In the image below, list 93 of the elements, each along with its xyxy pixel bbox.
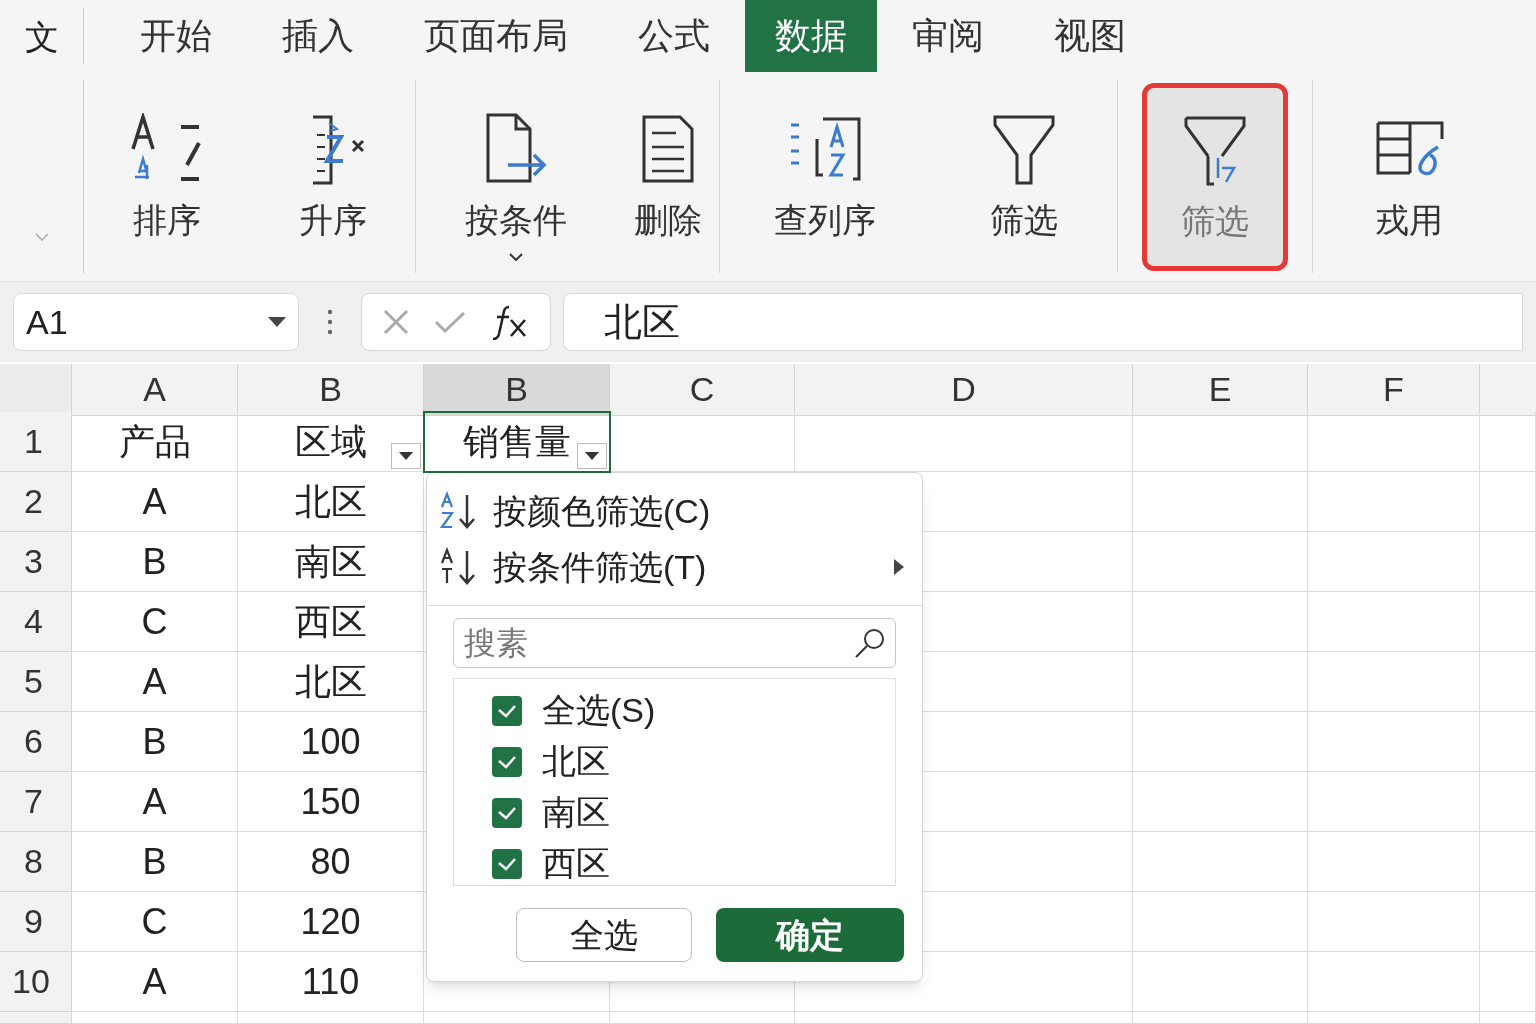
checkmark-icon [497, 856, 517, 871]
filter-dropdown-button[interactable] [577, 443, 607, 469]
ribbon-button[interactable]: 按条件 [457, 82, 575, 271]
column-header[interactable]: E [1133, 364, 1308, 416]
checkmark-icon [497, 754, 517, 769]
select-all-button[interactable]: 全选 [516, 908, 692, 962]
column-header[interactable]: A [72, 364, 238, 416]
checkbox[interactable] [492, 797, 522, 828]
cell-text: 南区 [294, 539, 367, 584]
column-header[interactable]: B [424, 364, 610, 416]
quick-access-text[interactable]: 文 [24, 20, 59, 54]
column-header[interactable]: C [610, 364, 795, 416]
caret-icon [585, 452, 599, 460]
table-cell [1480, 1012, 1536, 1024]
cell-text: 北区 [294, 479, 367, 524]
row-header[interactable]: 3 [0, 532, 72, 592]
column-header[interactable]: D [795, 364, 1133, 416]
checkbox[interactable] [492, 746, 522, 777]
checkbox-item[interactable]: 全选(S) [454, 685, 895, 736]
cell-text: 产品 [118, 419, 191, 464]
row-header[interactable]: 8 [0, 832, 72, 892]
caret-icon [399, 452, 413, 460]
search-field[interactable]: 搜素 [453, 618, 896, 668]
row-header[interactable]: 5 [0, 652, 72, 712]
row-header[interactable]: 7 [0, 772, 72, 832]
table-cell [1480, 532, 1536, 592]
ok-button[interactable]: 确定 [716, 908, 904, 962]
table-cell [1480, 772, 1536, 832]
cell-text: 销售量 [462, 419, 571, 464]
row-header[interactable]: 4 [0, 592, 72, 652]
checkmark-icon [497, 805, 517, 820]
row-header[interactable]: 1 [0, 412, 72, 472]
table-cell [1480, 952, 1536, 1012]
submenu-arrow-icon [894, 559, 904, 575]
cell-text: 150 [300, 779, 361, 824]
dropdown-icon[interactable] [268, 317, 286, 327]
ribbon-tab[interactable]: 开始 [105, 0, 247, 72]
ribbon-button[interactable]: 筛选 [981, 82, 1066, 271]
table-cell [1480, 472, 1536, 532]
search-icon [854, 627, 886, 659]
menu-item[interactable]: 按条件筛选(T) [427, 539, 922, 595]
ribbon-button[interactable]: 升序 [286, 82, 379, 271]
table-cell [1480, 652, 1536, 712]
ribbon-tab[interactable]: 审阅 [877, 0, 1019, 72]
cell-text: 北区 [294, 659, 367, 704]
table-cell [1480, 832, 1536, 892]
row-header[interactable]: 9 [0, 892, 72, 952]
column-header[interactable]: F [1308, 364, 1480, 416]
checkmark-icon [497, 703, 517, 718]
column-header[interactable]: B [238, 364, 424, 416]
ribbon-button[interactable]: 戎用 [1366, 82, 1452, 271]
cell-text: A [142, 659, 167, 704]
row-header[interactable]: 10 [0, 952, 72, 1012]
ribbon-tab[interactable]: 插入 [247, 0, 389, 72]
chevron-down-icon [509, 252, 523, 261]
ribbon-tab[interactable]: 数据 [745, 0, 877, 72]
filter-dropdown-button[interactable] [391, 443, 421, 469]
checkbox[interactable] [492, 848, 522, 879]
cell-text: A [142, 479, 167, 524]
cell-text: 120 [300, 899, 361, 944]
table-cell [1480, 592, 1536, 652]
menu-item[interactable]: 按颜色筛选(C) [427, 483, 922, 539]
cell-text: 区域 [294, 419, 367, 464]
cell-text: 80 [310, 839, 351, 884]
cell-text: A [142, 959, 167, 1004]
formula-input[interactable]: 北区 [563, 293, 1523, 351]
cell-text: 110 [301, 959, 360, 1004]
cell-text: B [142, 719, 167, 764]
ribbon-button[interactable]: 筛选 [1142, 82, 1288, 271]
checkbox-item[interactable]: 西区 [454, 838, 895, 889]
name-box[interactable]: A1 [13, 293, 299, 351]
table-cell [1480, 892, 1536, 952]
row-header[interactable]: 6 [0, 712, 72, 772]
table-cell [1480, 712, 1536, 772]
cell-text: A [142, 779, 167, 824]
ribbon-tab[interactable]: 公式 [603, 0, 745, 72]
cell-text: 100 [300, 719, 361, 764]
row-header[interactable]: 2 [0, 472, 72, 532]
cell-text: B [142, 539, 167, 584]
checkbox-item[interactable]: 北区 [454, 736, 895, 787]
more-icon[interactable] [327, 309, 333, 335]
ribbon-button[interactable]: 查列序 [766, 82, 884, 271]
checkbox-item[interactable]: 南区 [454, 787, 895, 838]
cell-text: C [141, 899, 168, 944]
checkbox[interactable] [492, 695, 522, 726]
cell-text: C [141, 599, 168, 644]
ribbon-tab[interactable]: 视图 [1019, 0, 1161, 72]
cell-text: 西区 [294, 599, 367, 644]
ribbon-tab[interactable]: 页面布局 [389, 0, 603, 72]
cell-text: B [142, 839, 167, 884]
ribbon-button[interactable]: 排序 [121, 82, 213, 271]
ribbon-button[interactable]: 删除 [625, 82, 710, 271]
table-cell [1480, 412, 1536, 472]
